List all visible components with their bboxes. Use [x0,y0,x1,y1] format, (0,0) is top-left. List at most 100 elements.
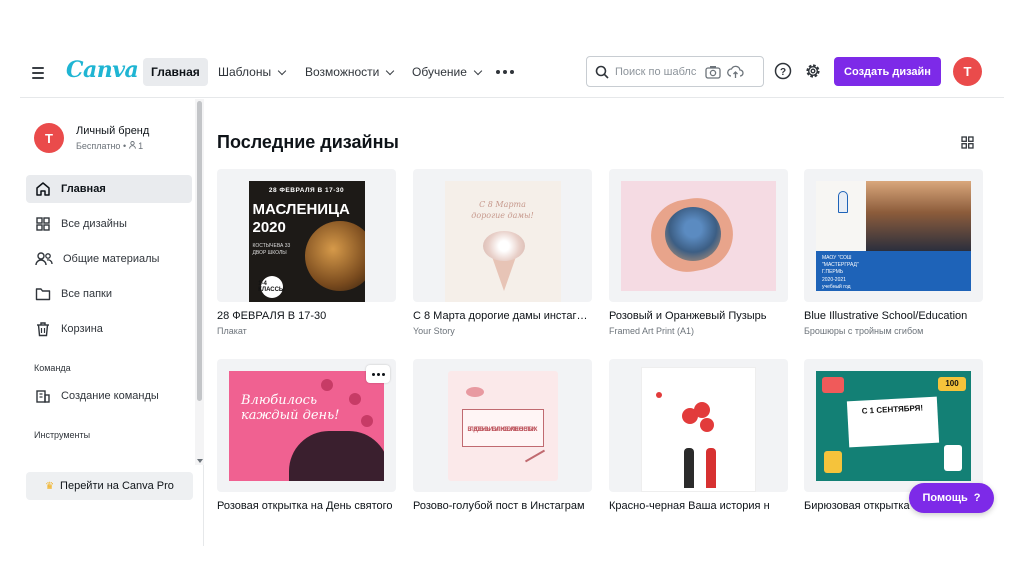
sidebar-item-label: Все дизайны [61,218,127,230]
grid-icon [35,216,51,232]
nav-templates[interactable]: Шаблоны [210,58,293,86]
sidebar-item-trash[interactable]: Корзина [26,315,192,343]
design-thumbnail[interactable]: МАОУ "СОШ "МАСТЕРГРАД" Г.ПЕРМЬ 2020-2021… [804,169,983,302]
design-type: Your Story [413,326,592,336]
sidebar: T Личный бренд Бесплатно • 1 Главная Все… [20,99,204,546]
design-card[interactable]: Влюбилоськаждый день! Розовая открытка н… [217,359,396,512]
design-card[interactable]: Красно-черная Ваша история н [609,359,788,512]
nav-home-label: Главная [151,58,200,86]
design-title[interactable]: С 8 Марта дорогие дамы инстаграм [413,310,592,322]
help-question-icon: ? [974,492,981,504]
sidebar-item-shared[interactable]: Общие материалы [26,245,192,273]
sidebar-scrollbar[interactable] [195,99,204,465]
rocket-image [838,191,848,213]
design-title[interactable]: Розовая открытка на День святого [217,500,396,512]
class-photo-image [866,181,971,251]
september-card-thumbnail: 100 С 1 СЕНТЯБРЯ! [816,371,971,481]
more-icon[interactable] [496,62,514,82]
design-thumbnail[interactable]: ЛЮБВИ И НЕЖНОСТИВ ДЕНЬ ВЛЮБЛЕННЫХ [413,359,592,492]
design-title[interactable]: Розовый и Оранжевый Пузырь [609,310,788,322]
upload-cloud-icon[interactable] [727,65,744,79]
nav-features-label: Возможности [305,58,379,86]
gear-icon[interactable] [804,62,822,80]
sidebar-item-label: Корзина [61,323,103,335]
design-thumbnail[interactable]: С 8 Мартадорогие дамы! [413,169,592,302]
design-thumbnail[interactable]: 28 ФЕВРАЛЯ В 17-30 МАСЛЕНИЦА2020 КОСТЫЧЕ… [217,169,396,302]
design-card[interactable]: МАОУ "СОШ "МАСТЕРГРАД" Г.ПЕРМЬ 2020-2021… [804,169,983,336]
sticker-100: 100 [938,377,966,391]
design-card[interactable]: С 8 Мартадорогие дамы! С 8 Марта дорогие… [413,169,592,336]
design-type: Framed Art Print (A1) [609,326,788,336]
design-thumbnail[interactable] [609,169,788,302]
thumb-september-text: С 1 СЕНТЯБРЯ! [847,402,937,416]
nav-home[interactable]: Главная [143,58,208,86]
art-print-thumbnail [621,181,776,291]
design-card[interactable]: ЛЮБВИ И НЕЖНОСТИВ ДЕНЬ ВЛЮБЛЕННЫХ Розово… [413,359,592,512]
help-button[interactable]: Помощь ? [909,483,994,513]
story-thumbnail: С 8 Мартадорогие дамы! [445,181,561,302]
top-bar: Canva Главная Шаблоны Возможности Обучен… [20,48,1004,98]
more-options-icon[interactable] [366,365,390,383]
design-thumbnail[interactable]: Влюбилоськаждый день! [217,359,396,492]
design-title[interactable]: 28 ФЕВРАЛЯ В 17-30 [217,310,396,322]
balloon-image [700,418,714,432]
thumb-school-year: 2020-2021 учебный год [822,277,866,291]
design-thumbnail[interactable] [609,359,788,492]
chevron-down-icon [386,66,394,74]
design-title[interactable]: Blue Illustrative School/Education [804,310,983,322]
design-thumbnail[interactable]: 100 С 1 СЕНТЯБРЯ! [804,359,983,492]
scroll-down-arrow[interactable] [197,459,203,463]
shared-icon [35,251,53,267]
brochure-blue-panel: МАОУ "СОШ "МАСТЕРГРАД" Г.ПЕРМЬ 2020-2021… [816,251,971,291]
chevron-down-icon [278,66,286,74]
home-icon [35,181,51,197]
canva-pro-button[interactable]: ♛ Перейти на Canva Pro [26,472,193,500]
nav-learn-label: Обучение [412,58,467,86]
thumb-greeting: С 8 Мартадорогие дамы! [445,199,561,221]
camera-icon[interactable] [705,65,721,79]
user-avatar[interactable]: T [953,57,982,86]
brochure-thumbnail: МАОУ "СОШ "МАСТЕРГРАД" Г.ПЕРМЬ 2020-2021… [816,181,971,291]
help-icon[interactable]: ? [774,62,792,80]
scrollbar-thumb[interactable] [197,101,202,401]
sidebar-item-label: Все папки [61,288,112,300]
search-input[interactable] [615,66,699,78]
figure-image [684,448,694,488]
brand-members: 1 [138,141,143,151]
sidebar-item-all-designs[interactable]: Все дизайны [26,210,192,238]
sidebar-item-label: Создание команды [61,390,159,402]
brand-name: Личный бренд [76,125,149,137]
design-title[interactable]: Розово-голубой пост в Инстаграм [413,500,592,512]
thumb-address-line-2: ДВОР ШКОЛЫ [253,250,287,256]
design-title[interactable]: Красно-черная Ваша история н [609,500,788,512]
design-card[interactable]: Розовый и Оранжевый Пузырь Framed Art Pr… [609,169,788,336]
valentine-card-thumbnail: Влюбилоськаждый день! [229,371,384,481]
grid-view-icon[interactable] [961,136,974,149]
story-couple-thumbnail [641,367,756,492]
sidebar-item-create-team[interactable]: Создание команды [26,382,192,410]
thumb-badge: 1-4 КЛАССЫ [261,276,283,298]
thumb-heading-line-2: 2020 [253,219,286,236]
nav-learn[interactable]: Обучение [404,58,489,86]
design-card[interactable]: 28 ФЕВРАЛЯ В 17-30 МАСЛЕНИЦА2020 КОСТЫЧЕ… [217,169,396,336]
family-photo-image [665,207,721,261]
create-design-button[interactable]: Создать дизайн [834,57,941,86]
nav-features[interactable]: Возможности [297,58,401,86]
brand-switcher[interactable]: T Личный бренд Бесплатно • 1 [34,123,149,153]
sidebar-item-home[interactable]: Главная [26,175,192,203]
thumb-love-text: Влюбилоськаждый день! [241,393,339,423]
sidebar-item-folders[interactable]: Все папки [26,280,192,308]
sidebar-item-label: Общие материалы [63,253,159,265]
instagram-post-thumbnail: ЛЮБВИ И НЕЖНОСТИВ ДЕНЬ ВЛЮБЛЕННЫХ [448,371,558,481]
thumb-wish-text: ЛЮБВИ И НЕЖНОСТИВ ДЕНЬ ВЛЮБЛЕННЫХ [463,418,543,427]
thumb-love-line-1: Влюбилось [241,393,317,408]
section-title: Последние дизайны [217,132,399,153]
canva-logo[interactable]: Canva [66,57,138,83]
balloon-image [694,402,710,418]
thumb-date-text: 28 ФЕВРАЛЯ В 17-30 [249,187,365,194]
decor-dot [361,415,373,427]
thumb-note-card: С 1 СЕНТЯБРЯ! [847,396,939,447]
sidebar-item-label: Главная [61,183,106,195]
thumb-frame: ЛЮБВИ И НЕЖНОСТИВ ДЕНЬ ВЛЮБЛЕННЫХ [462,409,544,447]
menu-icon[interactable] [32,64,50,82]
